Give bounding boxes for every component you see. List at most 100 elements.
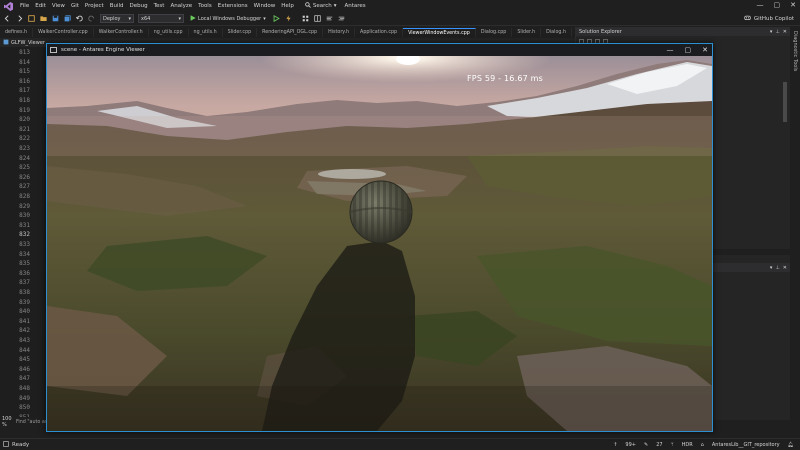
- search-box[interactable]: Search ▾: [305, 2, 337, 10]
- line-number: 834: [19, 250, 30, 258]
- line-number: 815: [19, 68, 30, 76]
- close-icon[interactable]: ✕: [783, 265, 787, 271]
- diagnostic-tools-tab[interactable]: Diagnostic Tools: [792, 31, 798, 71]
- ready-icon: [3, 440, 9, 449]
- save-icon[interactable]: [51, 14, 60, 23]
- play-icon: [190, 14, 196, 23]
- chevron-down-icon: ▾: [263, 15, 266, 22]
- line-number: 840: [19, 308, 30, 316]
- branch-icon[interactable]: ᛘ: [671, 442, 674, 448]
- project-dropdown[interactable]: GLFW_Viewer: [3, 39, 45, 47]
- chevron-down-icon[interactable]: ▾: [770, 29, 773, 35]
- chevron-down-icon: ▾: [178, 15, 181, 22]
- viewer-maximize-button[interactable]: ▢: [685, 46, 692, 54]
- tab-renderingapi-ogl-cpp[interactable]: RenderingAPI_OGL.cpp: [257, 28, 324, 37]
- toolbar-grid-icon[interactable]: [301, 14, 310, 23]
- redo-icon[interactable]: [87, 14, 96, 23]
- menu-item-project[interactable]: Project: [82, 3, 107, 9]
- tab-application-cpp[interactable]: Application.cpp: [355, 28, 404, 37]
- platform-select[interactable]: x64 ▾: [138, 14, 184, 23]
- tab-walkercontroller-h[interactable]: WalkerController.h: [94, 28, 149, 37]
- upload-icon[interactable]: ↑: [613, 442, 617, 448]
- line-number: 850: [19, 404, 30, 412]
- menu-item-analyze[interactable]: Analyze: [167, 3, 195, 9]
- start-without-debugging-icon[interactable]: [272, 14, 281, 23]
- panel-controls: ▾ ⊥ ✕: [770, 29, 787, 35]
- pencil-icon[interactable]: ✎: [644, 442, 648, 448]
- menu-bar: File Edit View Git Project Build Debug Test Anal…: [0, 0, 800, 12]
- notifications-icon[interactable]: 🔔︎: [788, 442, 794, 448]
- solution-explorer-scrollbar[interactable]: [783, 82, 787, 122]
- line-number: 829: [19, 202, 30, 210]
- open-folder-icon[interactable]: [39, 14, 48, 23]
- tab-walkercontroller-cpp[interactable]: WalkerController.cpp: [33, 28, 94, 37]
- pin-icon[interactable]: ⊥: [775, 29, 779, 35]
- undo-icon[interactable]: [75, 14, 84, 23]
- viewer-title-bar[interactable]: scene - Antares Engine Viewer — ▢ ✕: [47, 44, 712, 56]
- menu-item-debug[interactable]: Debug: [127, 3, 151, 9]
- toolbar-layout-icon[interactable]: [313, 14, 322, 23]
- tab-viewerwindowevents-cpp[interactable]: ViewerWindowEvents.cpp: [403, 28, 476, 37]
- tab-history-h[interactable]: History.h: [323, 28, 356, 37]
- engine-viewer-window[interactable]: scene - Antares Engine Viewer — ▢ ✕ FPS …: [46, 43, 713, 432]
- menu-item-edit[interactable]: Edit: [32, 3, 49, 9]
- configuration-value: Deploy: [103, 15, 121, 22]
- tab-slider-h[interactable]: Slider.h: [512, 28, 542, 37]
- pin-icon[interactable]: ⊥: [775, 265, 779, 271]
- tab-label: ng_utils.cpp: [153, 30, 183, 35]
- platform-value: x64: [141, 15, 151, 22]
- configuration-select[interactable]: Deploy ▾: [100, 14, 134, 23]
- maximize-button[interactable]: ▢: [774, 1, 781, 9]
- menu-item-git[interactable]: Git: [68, 3, 82, 9]
- menu-item-test[interactable]: Test: [151, 3, 168, 9]
- toolbar-uncomment-icon[interactable]: [337, 14, 346, 23]
- status-hdr[interactable]: HDR: [682, 442, 693, 448]
- line-number: 844: [19, 346, 30, 354]
- tab-slider-cpp[interactable]: Slider.cpp: [223, 28, 258, 37]
- menu-item-extensions[interactable]: Extensions: [215, 3, 251, 9]
- menu-item-tools[interactable]: Tools: [195, 3, 215, 9]
- status-repo[interactable]: AntaresLib__GIT_repository: [712, 442, 780, 448]
- chevron-down-icon[interactable]: ▾: [770, 265, 773, 271]
- document-tabs: defines.h WalkerController.cpp WalkerContr…: [0, 27, 575, 37]
- fps-counter: FPS 59 - 16.67 ms: [467, 74, 544, 83]
- tab-label: WalkerController.cpp: [38, 30, 88, 35]
- menu-item-view[interactable]: View: [49, 3, 68, 9]
- status-zoom[interactable]: 99+: [625, 442, 636, 448]
- viewer-minimize-button[interactable]: —: [667, 46, 674, 54]
- line-number: 838: [19, 289, 30, 296]
- github-copilot-button[interactable]: GitHub Copilot: [744, 14, 794, 23]
- start-debugger-button[interactable]: Local Windows Debugger ▾: [190, 14, 266, 23]
- menu-item-build[interactable]: Build: [107, 3, 127, 9]
- repository-icon[interactable]: ⌂: [701, 442, 704, 448]
- tab-defines-h[interactable]: defines.h: [0, 28, 34, 37]
- menu-item-window[interactable]: Window: [251, 3, 279, 9]
- back-icon[interactable]: [3, 14, 12, 23]
- close-button[interactable]: ✕: [790, 1, 796, 9]
- minimize-button[interactable]: —: [757, 1, 764, 9]
- line-number: 813: [19, 49, 30, 56]
- solution-explorer-title: Solution Explorer: [579, 28, 622, 35]
- toolbar-comment-icon[interactable]: [325, 14, 334, 23]
- tab-ng-utils-h[interactable]: ng_utils.h: [189, 28, 223, 37]
- menu-item-help[interactable]: Help: [278, 3, 297, 9]
- hot-reload-icon[interactable]: [284, 14, 293, 23]
- line-number: 824: [19, 154, 30, 162]
- close-icon[interactable]: ✕: [783, 29, 787, 35]
- terrain-scene-image: [47, 56, 712, 431]
- tab-ng-utils-cpp[interactable]: ng_utils.cpp: [149, 28, 189, 37]
- forward-icon[interactable]: [15, 14, 24, 23]
- viewer-close-button[interactable]: ✕: [702, 46, 708, 54]
- line-number: 816: [19, 77, 30, 85]
- line-number: 845: [19, 356, 30, 364]
- tab-dialog-cpp[interactable]: Dialog.cpp: [476, 28, 513, 37]
- search-icon: [305, 2, 311, 10]
- render-viewport[interactable]: FPS 59 - 16.67 ms: [47, 56, 712, 431]
- save-all-icon[interactable]: [63, 14, 72, 23]
- line-number-gutter: 813 814 815 816 817 818 819 820 821 822 823 824 825 8…: [0, 47, 46, 421]
- status-errors[interactable]: 27: [656, 442, 662, 448]
- editor-zoom[interactable]: 100 %: [2, 416, 16, 428]
- tab-dialog-h[interactable]: Dialog.h: [541, 28, 572, 37]
- menu-item-file[interactable]: File: [17, 3, 32, 9]
- new-project-icon[interactable]: [27, 14, 36, 23]
